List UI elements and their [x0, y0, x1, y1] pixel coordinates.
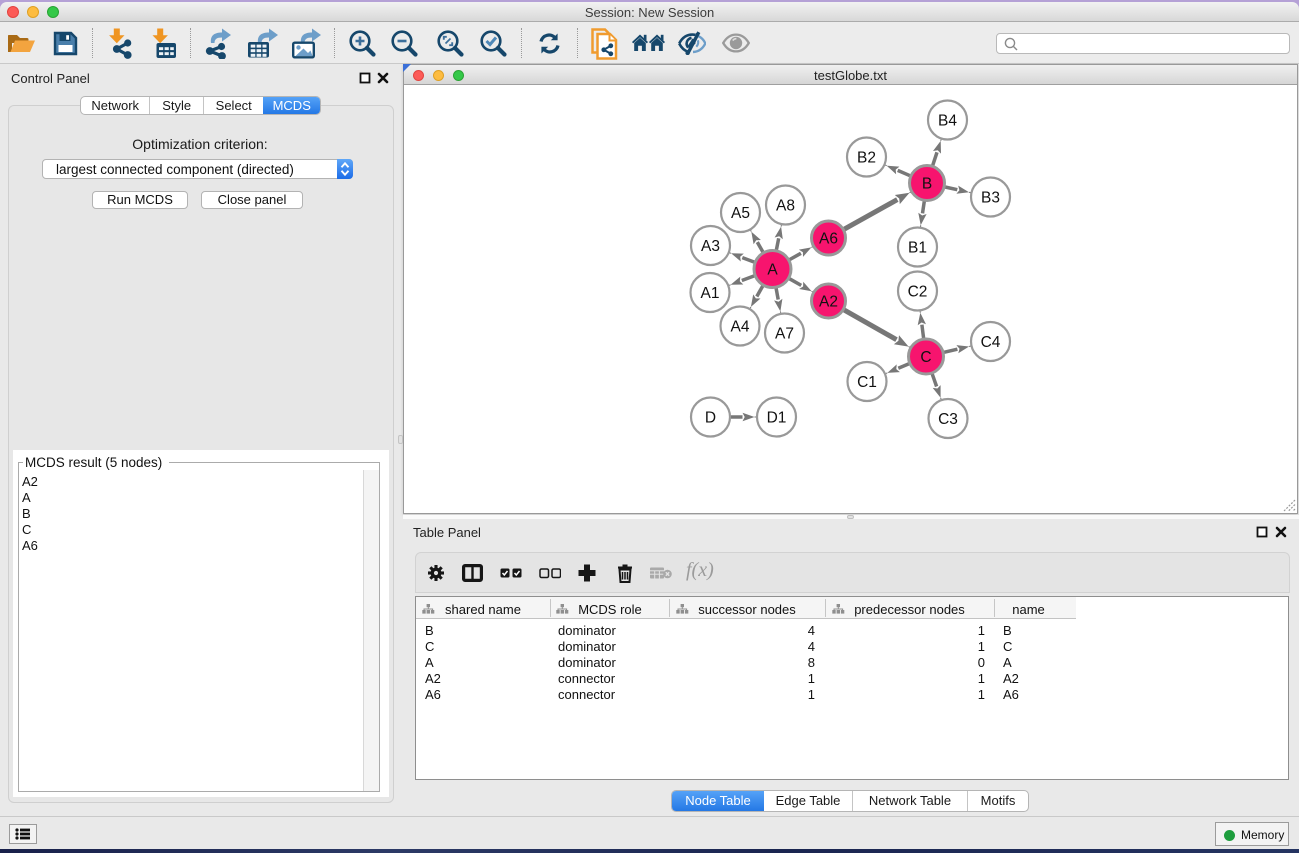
svg-text:C3: C3 — [938, 411, 958, 428]
svg-text:A: A — [767, 262, 778, 279]
svg-text:C1: C1 — [857, 374, 877, 391]
svg-text:A4: A4 — [731, 319, 750, 336]
svg-text:B: B — [922, 176, 932, 193]
svg-text:A7: A7 — [775, 326, 794, 343]
svg-text:B2: B2 — [857, 150, 876, 167]
svg-text:A5: A5 — [731, 205, 750, 222]
svg-text:C4: C4 — [981, 334, 1001, 351]
svg-text:A3: A3 — [701, 238, 720, 255]
svg-text:A6: A6 — [819, 231, 838, 248]
svg-text:D1: D1 — [767, 410, 787, 427]
svg-text:A2: A2 — [819, 294, 838, 311]
svg-text:C2: C2 — [908, 284, 928, 301]
svg-text:B4: B4 — [938, 113, 957, 130]
svg-text:A8: A8 — [776, 198, 795, 215]
svg-text:C: C — [920, 349, 931, 366]
svg-text:B3: B3 — [981, 190, 1000, 207]
svg-text:A1: A1 — [701, 285, 720, 302]
svg-text:B1: B1 — [908, 240, 927, 257]
svg-text:D: D — [705, 410, 716, 427]
